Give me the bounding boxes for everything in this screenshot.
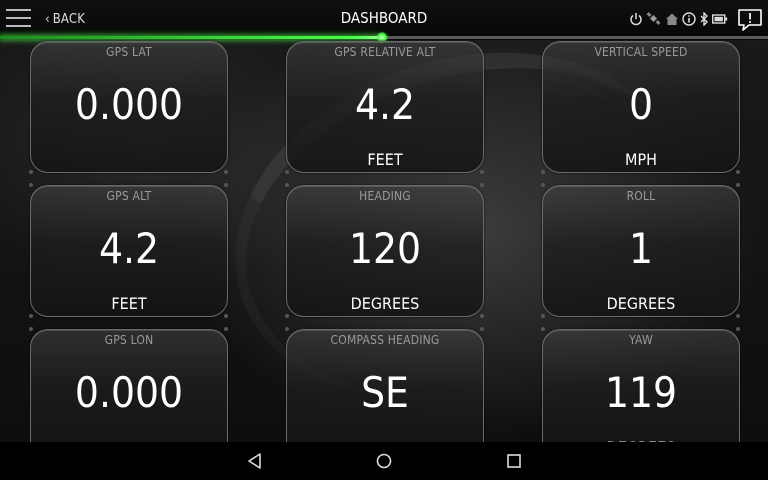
tile-label: GPS ALT [106,189,152,203]
decor-dot [480,327,484,331]
tile-label: GPS LON [104,333,154,347]
tile-label: GPS LAT [106,45,152,59]
tile-unit: DEGREES [350,294,420,313]
home-circle-icon[interactable] [374,451,394,471]
tile-value: 0.000 [74,368,184,417]
tile-roll[interactable]: ROLL 1 DEGREES [542,185,740,317]
tile-label: COMPASS HEADING [330,333,440,347]
decor-dot [29,314,33,318]
decor-dot [224,170,228,174]
decor-dot [285,314,289,318]
tile-value: SE [361,368,409,417]
decor-dot [541,314,545,318]
decor-dot [224,183,228,187]
tile-value: 1 [628,224,654,273]
tile-value: 119 [604,368,678,417]
back-label: BACK [52,11,86,27]
tile-label: HEADING [359,189,411,203]
decor-dot [736,314,740,318]
tile-value: 4.2 [98,224,160,273]
info-icon[interactable] [682,12,696,26]
chevron-left-icon: ‹ [45,11,50,27]
feedback-icon[interactable] [737,8,763,32]
decor-dot [736,327,740,331]
tile-gps-alt[interactable]: GPS ALT 4.2 FEET [30,185,228,317]
tile-value: 4.2 [354,80,416,129]
decor-dot [285,327,289,331]
tile-label: GPS RELATIVE ALT [334,45,436,59]
back-triangle-icon[interactable] [245,451,265,471]
tile-vertical-speed[interactable]: VERTICAL SPEED 0 MPH [542,41,740,173]
tile-unit: DEGREES [606,294,676,313]
decor-dot [480,170,484,174]
tile-value: 0 [628,80,654,129]
decor-dot [480,183,484,187]
tile-value: 0.000 [74,80,184,129]
decor-dot [736,170,740,174]
tile-unit: FEET [367,150,403,169]
decor-dot [29,170,33,174]
bluetooth-icon [700,12,708,26]
decor-dot [224,327,228,331]
android-nav-bar [0,442,768,480]
decor-dot [29,183,33,187]
tile-gps-relative-alt[interactable]: GPS RELATIVE ALT 4.2 FEET [286,41,484,173]
decor-dot [224,314,228,318]
decor-dot [285,170,289,174]
decor-dot [736,183,740,187]
tile-label: YAW [629,333,653,347]
tile-gps-lat[interactable]: GPS LAT 0.000 [30,41,228,173]
tile-label: ROLL [626,189,656,203]
power-icon[interactable] [629,12,643,26]
progress-fill [0,36,384,39]
status-icons [629,10,728,28]
battery-icon [712,14,728,24]
home-icon [666,13,678,25]
decor-dot [29,327,33,331]
decor-dot [541,170,545,174]
decor-dot [285,183,289,187]
tile-heading[interactable]: HEADING 120 DEGREES [286,185,484,317]
hamburger-menu-icon[interactable] [6,9,31,29]
recents-square-icon[interactable] [504,451,524,471]
progress-bar [0,32,768,43]
dashboard-screen: ‹ BACK DASHBOARD GPS LAT 0.000 GPS RELAT… [0,0,768,480]
satellite-icon [646,12,661,25]
decor-dot [480,314,484,318]
tile-grid: GPS LAT 0.000 GPS RELATIVE ALT 4.2 FEET … [0,40,768,461]
tile-value: 120 [348,224,422,273]
decor-dot [541,327,545,331]
top-bar: ‹ BACK DASHBOARD [0,0,768,43]
tile-unit: MPH [625,150,657,169]
page-title: DASHBOARD [340,9,428,27]
tile-unit: FEET [111,294,147,313]
back-button[interactable]: ‹ BACK [45,9,85,29]
tile-label: VERTICAL SPEED [594,45,688,59]
decor-dot [541,183,545,187]
